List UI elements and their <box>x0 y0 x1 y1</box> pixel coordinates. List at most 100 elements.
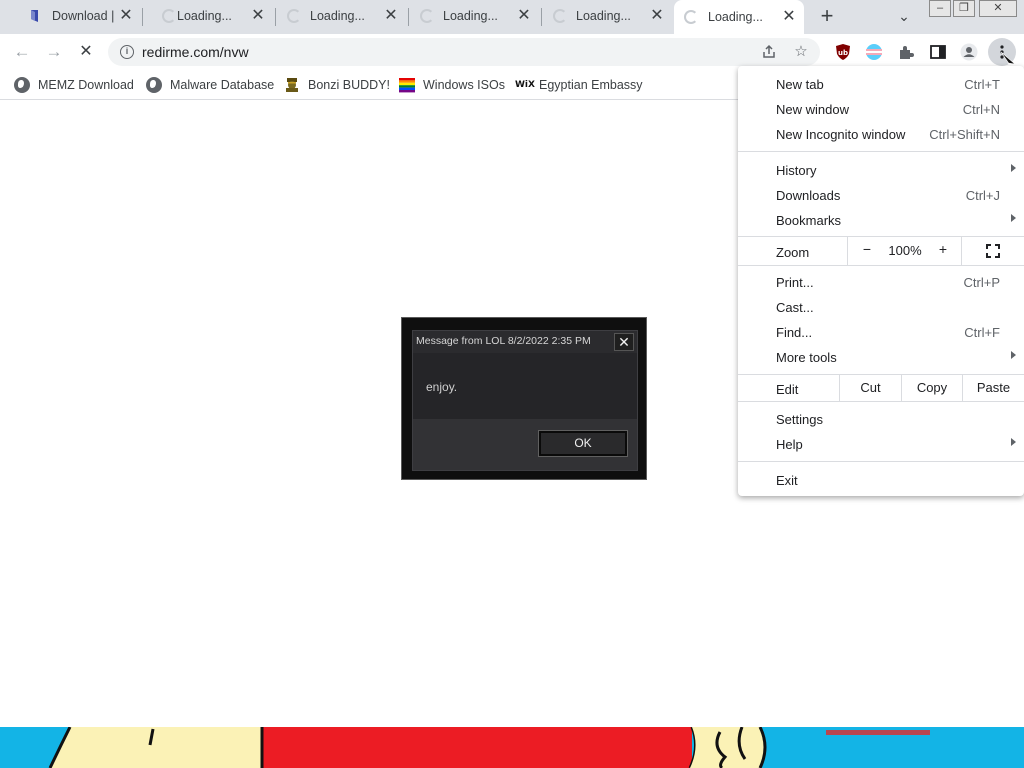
chrome-menu-button[interactable] <box>988 38 1016 69</box>
menu-item-label: Print... <box>776 275 814 290</box>
menu-item-new-tab[interactable]: New tab Ctrl+T <box>738 72 1024 97</box>
stop-loading-icon[interactable]: ✕ <box>74 40 98 64</box>
alert-dialog: Message from LOL 8/2/2022 2:35 PM ✕ enjo… <box>401 317 647 480</box>
copy-button[interactable]: Copy <box>901 375 962 401</box>
menu-item-settings[interactable]: Settings <box>738 407 1024 432</box>
address-bar[interactable]: i redirme.com/nvw ☆ <box>108 38 820 66</box>
tab-title: Download | f <box>52 9 114 23</box>
menu-divider <box>738 265 1024 266</box>
menu-item-label: More tools <box>776 350 837 365</box>
loading-spinner-icon <box>420 9 434 23</box>
submenu-arrow-icon <box>1011 351 1016 359</box>
bookmark-malware-database[interactable]: Malware Database <box>146 76 274 94</box>
menu-divider <box>738 401 1024 402</box>
pride-flag-extension-icon[interactable] <box>865 43 883 61</box>
page-artwork-image <box>0 727 1024 768</box>
bookmark-star-icon[interactable]: ☆ <box>792 43 810 61</box>
zoom-in-button[interactable]: + <box>934 241 952 257</box>
bookmark-bonzi-buddy[interactable]: Bonzi BUDDY! <box>284 76 390 94</box>
loading-spinner-icon <box>287 9 301 23</box>
submenu-arrow-icon <box>1011 164 1016 172</box>
tab-close-icon[interactable]: ✕ <box>780 8 798 26</box>
tab-title: Loading... <box>576 9 631 23</box>
restore-button[interactable]: ❐ <box>953 0 975 17</box>
menu-item-label: Bookmarks <box>776 213 842 228</box>
bookmark-memz-download[interactable]: MEMZ Download <box>14 76 134 94</box>
new-tab-button[interactable]: + <box>815 5 839 28</box>
menu-item-more-tools[interactable]: More tools <box>738 345 1024 370</box>
submenu-arrow-icon <box>1011 438 1016 446</box>
bookmark-label: Bonzi BUDDY! <box>308 78 390 92</box>
bookmark-label: Malware Database <box>170 78 275 92</box>
tab-loading-active[interactable]: Loading... ✕ <box>674 0 804 34</box>
zoom-level: 100% <box>888 243 922 258</box>
menu-divider <box>738 151 1024 152</box>
menu-item-label: Help <box>776 437 803 452</box>
document-favicon-icon <box>31 10 38 22</box>
site-info-icon[interactable]: i <box>120 45 134 59</box>
menu-item-shortcut: Ctrl+F <box>964 325 1000 340</box>
menu-item-downloads[interactable]: Downloads Ctrl+J <box>738 183 1024 208</box>
fullscreen-button[interactable] <box>961 237 1024 265</box>
zoom-label: Zoom <box>776 245 810 260</box>
menu-item-new-window[interactable]: New window Ctrl+N <box>738 97 1024 122</box>
edit-label: Edit <box>776 382 799 397</box>
profile-avatar-icon[interactable] <box>960 43 978 61</box>
menu-item-label: New Incognito window <box>776 127 906 142</box>
loading-spinner-icon <box>684 10 698 24</box>
share-icon[interactable] <box>760 43 778 61</box>
zoom-row: Zoom − 100% + <box>738 237 1024 265</box>
tab-close-icon[interactable]: ✕ <box>117 7 135 25</box>
menu-item-help[interactable]: Help <box>738 432 1024 457</box>
dialog-close-button[interactable]: ✕ <box>614 333 634 351</box>
loading-spinner-icon <box>553 9 567 23</box>
menu-item-label: New tab <box>776 77 824 92</box>
tab-close-icon[interactable]: ✕ <box>249 7 267 25</box>
menu-item-exit[interactable]: Exit <box>738 468 1024 493</box>
tab-close-icon[interactable]: ✕ <box>648 7 666 25</box>
dialog-body: enjoy. <box>413 353 637 419</box>
tab-title: Loading... <box>443 9 498 23</box>
menu-item-find[interactable]: Find... Ctrl+F <box>738 320 1024 345</box>
tab-download[interactable]: Download | f ✕ <box>8 0 142 34</box>
menu-item-cast[interactable]: Cast... <box>738 295 1024 320</box>
cut-button[interactable]: Cut <box>839 375 901 401</box>
fullscreen-icon <box>986 244 1000 258</box>
tab-loading[interactable]: Loading... ✕ <box>541 0 674 34</box>
extensions-puzzle-icon[interactable] <box>897 43 915 61</box>
tab-close-icon[interactable]: ✕ <box>515 7 533 25</box>
menu-item-label: Settings <box>776 412 823 427</box>
menu-item-new-incognito-window[interactable]: New Incognito window Ctrl+Shift+N <box>738 122 1024 147</box>
loading-spinner-icon <box>162 9 176 23</box>
paste-button[interactable]: Paste <box>962 375 1024 401</box>
minimize-button[interactable]: ‒ <box>929 0 951 17</box>
menu-item-history[interactable]: History <box>738 158 1024 183</box>
bookmark-windows-isos[interactable]: Windows ISOs <box>399 76 505 94</box>
dialog-title: Message from LOL 8/2/2022 2:35 PM <box>416 335 591 347</box>
menu-divider <box>738 461 1024 462</box>
forward-arrow-icon[interactable]: → <box>42 40 66 64</box>
zoom-controls: − 100% + <box>847 237 961 265</box>
zoom-out-button[interactable]: − <box>858 241 876 257</box>
chrome-menu: New tab Ctrl+T New window Ctrl+N New Inc… <box>738 66 1024 496</box>
tab-loading[interactable]: Loading... ✕ <box>408 0 541 34</box>
menu-item-bookmarks[interactable]: Bookmarks <box>738 208 1024 233</box>
menu-item-print[interactable]: Print... Ctrl+P <box>738 270 1024 295</box>
menu-item-shortcut: Ctrl+P <box>963 275 1000 290</box>
bookmark-egyptian-embassy[interactable]: WiX Egyptian Embassy <box>515 76 643 94</box>
menu-item-label: New window <box>776 102 849 117</box>
submenu-arrow-icon <box>1011 214 1016 222</box>
tab-close-icon[interactable]: ✕ <box>382 7 400 25</box>
dialog-frame: Message from LOL 8/2/2022 2:35 PM ✕ enjo… <box>412 330 638 471</box>
ublock-origin-icon[interactable]: ub <box>834 43 852 61</box>
side-panel-icon[interactable] <box>929 43 947 61</box>
menu-item-label: Find... <box>776 325 813 340</box>
tab-loading[interactable]: Loading... ✕ <box>275 0 408 34</box>
tab-search-chevron-down-icon[interactable]: ⌄ <box>894 8 914 26</box>
back-arrow-icon[interactable]: ← <box>10 40 34 64</box>
tab-loading[interactable]: Loading... ✕ <box>142 0 275 34</box>
menu-item-label: Exit <box>776 473 798 488</box>
ok-button[interactable]: OK <box>538 430 628 457</box>
url-text[interactable]: redirme.com/nvw <box>142 44 249 60</box>
close-window-button[interactable]: ✕ <box>979 0 1017 17</box>
